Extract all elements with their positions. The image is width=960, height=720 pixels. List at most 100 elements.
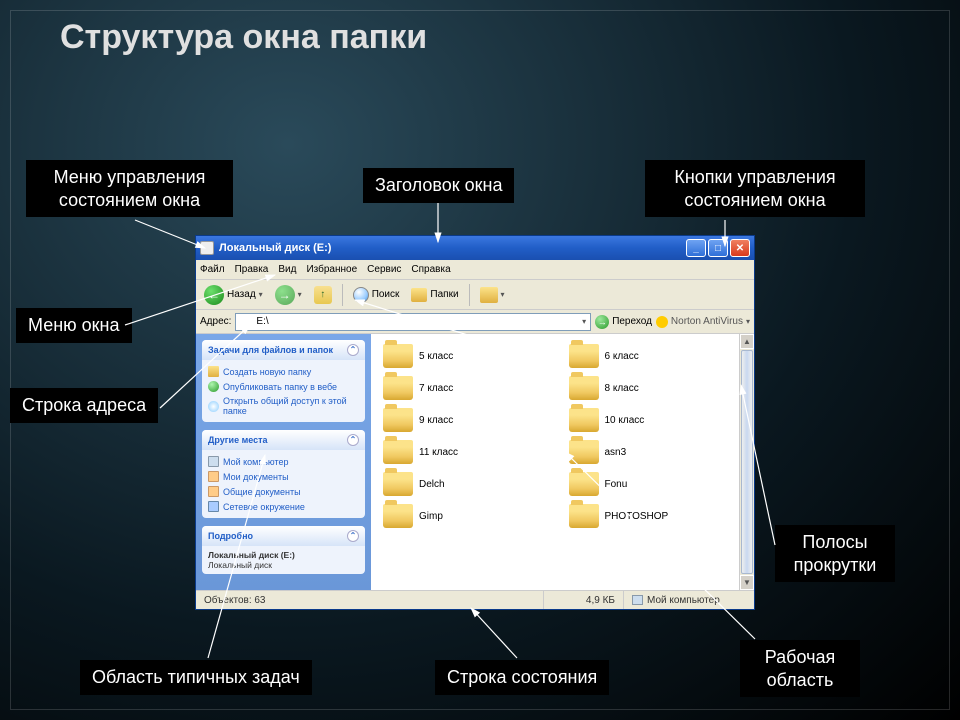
task-publish[interactable]: Опубликовать папку в вебе <box>208 379 359 394</box>
folder-icon <box>569 504 599 528</box>
minimize-button[interactable]: _ <box>686 239 706 257</box>
folder-label: 9 класс <box>419 415 453 426</box>
statusbar: Объектов: 63 4,9 КБ Мой компьютер <box>196 590 754 609</box>
place-network[interactable]: Сетевое окружение <box>208 499 359 514</box>
place-shared-docs[interactable]: Общие документы <box>208 484 359 499</box>
scroll-thumb[interactable] <box>741 350 753 574</box>
explorer-window: Локальный диск (E:) _ □ ✕ Файл Правка Ви… <box>195 235 755 610</box>
tasks-panel: Задачи для файлов и папок ⌃ Создать нову… <box>202 340 365 422</box>
status-objects: Объектов: 63 <box>196 591 544 609</box>
search-button[interactable]: Поиск <box>349 285 404 305</box>
documents-icon <box>208 486 219 497</box>
menu-help[interactable]: Справка <box>411 264 450 275</box>
folder-item[interactable]: Fonu <box>569 472 743 496</box>
go-button[interactable]: → Переход <box>595 315 652 329</box>
menu-view[interactable]: Вид <box>278 264 296 275</box>
close-button[interactable]: ✕ <box>730 239 750 257</box>
scrollbar-vertical[interactable]: ▲ ▼ <box>739 334 754 590</box>
details-header-label: Подробно <box>208 531 253 541</box>
views-button[interactable]: ▾ <box>476 285 509 305</box>
address-label: Адрес: <box>200 316 231 327</box>
folder-item[interactable]: 9 класс <box>383 408 557 432</box>
folder-label: asn3 <box>605 447 627 458</box>
tasks-body: Создать новую папку Опубликовать папку в… <box>202 360 365 422</box>
documents-icon <box>208 471 219 482</box>
separator <box>342 284 343 306</box>
window-title: Локальный диск (E:) <box>219 242 331 254</box>
places-panel: Другие места ⌃ Мой компьютер Мои докумен… <box>202 430 365 518</box>
place-my-computer[interactable]: Мой компьютер <box>208 454 359 469</box>
folder-item[interactable]: 7 класс <box>383 376 557 400</box>
folders-button[interactable]: Папки <box>407 286 462 304</box>
folder-item[interactable]: 5 класс <box>383 344 557 368</box>
places-body: Мой компьютер Мои документы Общие докуме… <box>202 450 365 518</box>
back-icon: ← <box>204 285 224 305</box>
dropdown-icon: ▾ <box>298 290 302 299</box>
folder-icon <box>383 440 413 464</box>
address-field[interactable]: E:\ ▾ <box>235 313 591 331</box>
folder-label: 8 класс <box>605 383 639 394</box>
details-name: Локальный диск (E:) <box>208 550 359 560</box>
label-window-menu: Меню окна <box>16 308 132 343</box>
norton-button[interactable]: Norton AntiVirus ▾ <box>656 316 750 328</box>
menu-tools[interactable]: Сервис <box>367 264 401 275</box>
folder-item[interactable]: Delch <box>383 472 557 496</box>
folder-item[interactable]: 6 класс <box>569 344 743 368</box>
label-scrollbars: Полосы прокрутки <box>775 525 895 582</box>
task-new-folder[interactable]: Создать новую папку <box>208 364 359 379</box>
menubar: Файл Правка Вид Избранное Сервис Справка <box>196 260 754 280</box>
task-share[interactable]: Открыть общий доступ к этой папке <box>208 394 359 418</box>
search-icon <box>353 287 369 303</box>
menu-edit[interactable]: Правка <box>235 264 269 275</box>
folder-item[interactable]: PHOTOSHOP <box>569 504 743 528</box>
titlebar[interactable]: Локальный диск (E:) _ □ ✕ <box>196 236 754 260</box>
search-label: Поиск <box>372 289 400 300</box>
folder-icon <box>208 366 219 377</box>
folder-label: 5 класс <box>419 351 453 362</box>
folder-label: 7 класс <box>419 383 453 394</box>
scroll-down-icon[interactable]: ▼ <box>740 575 754 590</box>
views-icon <box>480 287 498 303</box>
norton-icon <box>656 316 668 328</box>
label-title-bar: Заголовок окна <box>363 168 514 203</box>
folder-item[interactable]: 11 класс <box>383 440 557 464</box>
menu-favorites[interactable]: Избранное <box>306 264 357 275</box>
body-area: Задачи для файлов и папок ⌃ Создать нову… <box>196 334 754 590</box>
drive-icon <box>200 241 214 255</box>
folder-item[interactable]: 10 класс <box>569 408 743 432</box>
tasks-header-label: Задачи для файлов и папок <box>208 345 333 355</box>
folder-item[interactable]: asn3 <box>569 440 743 464</box>
addressbar: Адрес: E:\ ▾ → Переход Norton AntiVirus … <box>196 310 754 334</box>
back-button[interactable]: ← Назад ▾ <box>200 283 267 307</box>
forward-button[interactable]: → ▾ <box>271 283 306 307</box>
norton-label: Norton AntiVirus <box>671 316 743 327</box>
sidebar: Задачи для файлов и папок ⌃ Создать нову… <box>196 334 371 590</box>
tasks-header[interactable]: Задачи для файлов и папок ⌃ <box>202 340 365 360</box>
folder-item[interactable]: Gimp <box>383 504 557 528</box>
network-icon <box>208 501 219 512</box>
details-body: Локальный диск (E:) Локальный диск <box>202 546 365 574</box>
folder-label: Delch <box>419 479 445 490</box>
folders-icon <box>411 288 427 302</box>
menu-file[interactable]: Файл <box>200 264 225 275</box>
computer-icon <box>208 456 219 467</box>
folder-item[interactable]: 8 класс <box>569 376 743 400</box>
places-header[interactable]: Другие места ⌃ <box>202 430 365 450</box>
label-tasks-area: Область типичных задач <box>80 660 312 695</box>
folder-label: PHOTOSHOP <box>605 511 669 522</box>
address-value: E:\ <box>256 316 268 327</box>
status-location: Мой компьютер <box>624 591 754 609</box>
details-header[interactable]: Подробно ⌃ <box>202 526 365 546</box>
scroll-up-icon[interactable]: ▲ <box>740 334 754 349</box>
maximize-button[interactable]: □ <box>708 239 728 257</box>
up-button[interactable]: ↑ <box>310 284 336 306</box>
folder-icon <box>383 472 413 496</box>
label-menu-control: Меню управления состоянием окна <box>26 160 233 217</box>
back-label: Назад <box>227 289 256 300</box>
forward-icon: → <box>275 285 295 305</box>
place-my-documents[interactable]: Мои документы <box>208 469 359 484</box>
share-icon <box>208 401 219 412</box>
details-panel: Подробно ⌃ Локальный диск (E:) Локальный… <box>202 526 365 574</box>
content-area[interactable]: 5 класс 6 класс 7 класс 8 класс 9 класс 10 кл… <box>371 334 754 590</box>
dropdown-icon: ▾ <box>501 290 505 299</box>
